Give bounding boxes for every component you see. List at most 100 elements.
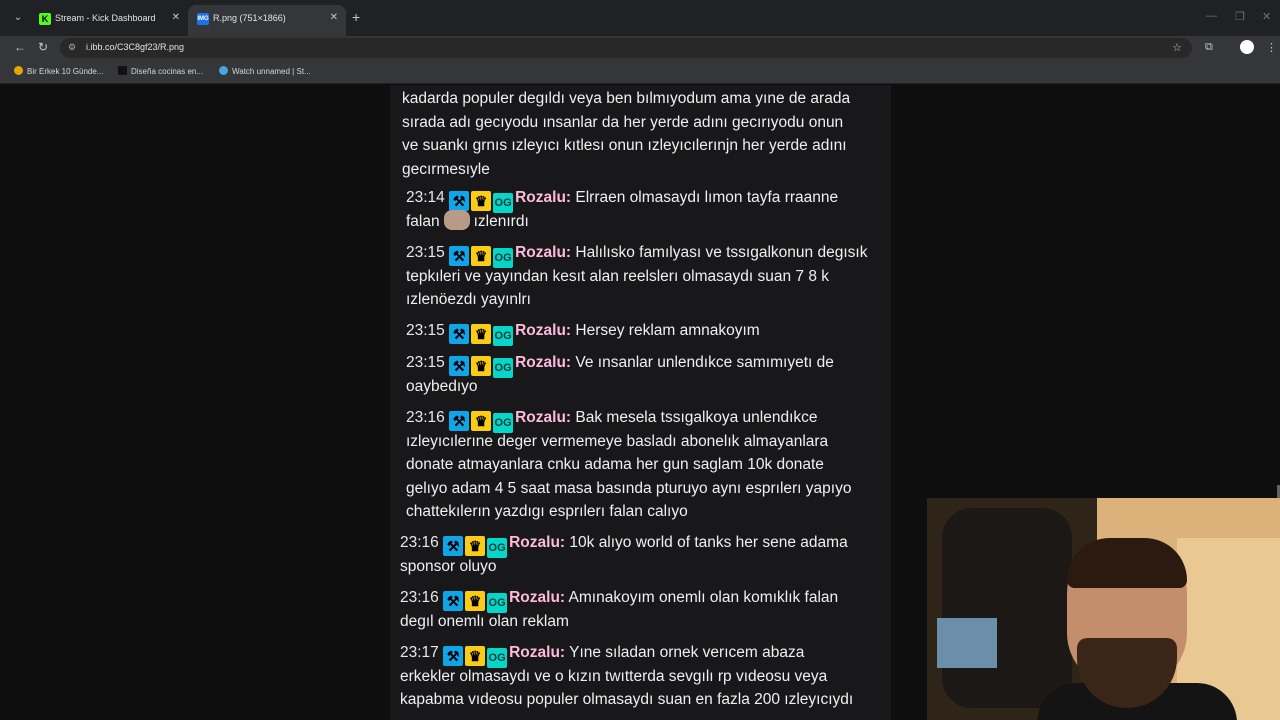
bookmark-label: Diseña cocinas en... — [131, 67, 204, 76]
moderator-hammer-icon: ⚒ — [449, 246, 470, 266]
chat-message-continued: falan ızlenırdı — [406, 209, 529, 234]
message-text: Ve ınsanlar unlendıkce samımıyetı de — [575, 354, 834, 371]
bookmark-label: Watch unnamed | St... — [232, 67, 311, 76]
webcam-clothes — [942, 508, 1072, 708]
chat-screenshot-image: kadarda populer degıldı veya ben bılmıyo… — [390, 85, 891, 720]
crown-icon: ♛ — [471, 246, 492, 266]
moderator-hammer-icon: ⚒ — [443, 591, 464, 611]
chat-username: Rozalu: — [515, 322, 572, 339]
message-text: donate atmayanlara cnku adama her gun sa… — [406, 456, 824, 473]
message-text: Amınakoyım onemlı olan komıklık falan — [568, 589, 839, 606]
moderator-hammer-icon: ⚒ — [449, 356, 470, 376]
webcam-person-hair — [1067, 538, 1187, 588]
bookmark-favicon-icon — [118, 66, 127, 75]
chat-username: Rozalu: — [515, 244, 572, 261]
bookmark-item[interactable]: Bir Erkek 10 Günde... — [14, 66, 103, 76]
message-text: ızleyıcılerıne deger vermemeye basladı a… — [406, 432, 829, 450]
bookmark-favicon-icon — [219, 66, 228, 75]
crown-icon: ♛ — [471, 324, 492, 344]
moderator-hammer-icon: ⚒ — [449, 324, 470, 344]
emote-icon — [443, 209, 470, 230]
back-icon[interactable]: ← — [14, 40, 26, 54]
bookmark-star-icon[interactable]: ☆ — [1172, 41, 1182, 54]
close-tab-icon[interactable]: ✕ — [172, 12, 180, 23]
tab-search-button[interactable]: ⌄ — [8, 8, 28, 28]
kick-favicon-icon: K — [39, 13, 51, 25]
message-time: 23:15 — [406, 354, 445, 371]
bookmark-label: Bir Erkek 10 Günde... — [27, 67, 104, 76]
tab-title: Stream - Kick Dashboard — [55, 13, 156, 23]
message-text: falan — [406, 212, 440, 230]
message-text: ızlenırdı — [473, 212, 529, 230]
bookmark-favicon-icon — [14, 66, 23, 75]
chat-intro-line: sırada adı gecıyodu ınsanlar da her yerd… — [402, 113, 844, 131]
og-badge-icon: OG — [493, 326, 514, 346]
chat-intro-line: ve suankı grnıs ızleyıcı kıtlesı onun ız… — [402, 137, 847, 154]
bookmark-item[interactable]: Diseña cocinas en... — [118, 66, 203, 76]
message-text: Bak mesela tssıgalkoya unlendıkce — [575, 409, 818, 426]
crown-icon: ♛ — [471, 191, 492, 211]
tab-kick-dashboard[interactable]: K Stream - Kick Dashboard ✕ — [30, 5, 188, 36]
maximize-icon[interactable]: ❐ — [1235, 10, 1245, 23]
message-time: 23:15 — [406, 244, 445, 261]
bookmark-item[interactable]: Watch unnamed | St... — [219, 66, 311, 76]
image-favicon-icon: IMG — [197, 13, 209, 25]
message-text: sponsor oluyo — [400, 557, 497, 575]
site-info-icon[interactable]: ⚙ — [68, 42, 76, 53]
reload-icon[interactable]: ↻ — [38, 40, 48, 54]
bookmarks-bar: Bir Erkek 10 Günde... Diseña cocinas en.… — [0, 60, 1280, 84]
address-bar[interactable]: ⚙ i.ibb.co/C3C8gf23/R.png ☆ — [60, 38, 1192, 58]
message-text: Yıne sıladan ornek verıcem abaza — [569, 644, 805, 661]
toolbar: ← ↻ ⚙ i.ibb.co/C3C8gf23/R.png ☆ ⧉ ⋮ — [0, 36, 1280, 60]
message-time: 23:16 — [400, 534, 439, 551]
message-text: oaybedıyo — [406, 377, 478, 395]
message-text: erkekler olmasaydı ve o kızın twıtterda … — [400, 667, 828, 685]
profile-avatar[interactable] — [1240, 40, 1254, 54]
chat-username: Rozalu: — [515, 354, 572, 371]
crown-icon: ♛ — [465, 536, 486, 556]
crown-icon: ♛ — [471, 356, 492, 376]
chat-username: Rozalu: — [515, 189, 572, 206]
chat-intro-line: gecırmesıyle — [402, 160, 490, 178]
moderator-hammer-icon: ⚒ — [443, 536, 464, 556]
extensions-icon[interactable]: ⧉ — [1205, 41, 1213, 54]
message-text: degıl onemlı olan reklam — [400, 612, 569, 630]
crown-icon: ♛ — [465, 591, 486, 611]
tab-bar: ⌄ K Stream - Kick Dashboard ✕ IMG R.png … — [0, 0, 1280, 36]
new-tab-icon[interactable]: + — [352, 9, 360, 25]
chat-username: Rozalu: — [515, 409, 572, 426]
moderator-hammer-icon: ⚒ — [449, 411, 470, 431]
message-text: 10k alıyo world of tanks her sene adama — [569, 534, 848, 551]
message-text: Halılısko famılyası ve tssıgalkonun degı… — [575, 244, 868, 261]
webcam-box — [937, 618, 997, 668]
url-text: i.ibb.co/C3C8gf23/R.png — [86, 42, 185, 52]
message-text: Hersey reklam amnakoyım — [575, 322, 760, 339]
message-time: 23:17 — [400, 644, 439, 661]
og-badge-icon: OG — [493, 358, 514, 378]
menu-icon[interactable]: ⋮ — [1266, 41, 1277, 54]
tab-title: R.png (751×1866) — [213, 13, 286, 23]
crown-icon: ♛ — [471, 411, 492, 431]
chat-message: 23:15 ⚒ ♛ OG Rozalu: Hersey reklam amnakoyı… — [406, 319, 760, 346]
message-time: 23:16 — [406, 409, 445, 426]
message-text: gelıyo adam 4 5 saat masa basında pturuy… — [406, 479, 852, 497]
message-text: Elrraen olmasaydı lımon tayfa rraanne — [575, 189, 839, 206]
tab-image[interactable]: IMG R.png (751×1866) ✕ — [188, 5, 346, 36]
chat-intro-line: kadarda populer degıldı veya ben bılmıyo… — [402, 90, 851, 107]
moderator-hammer-icon: ⚒ — [443, 646, 464, 666]
message-text: ızlenöezdı yayınlrı — [406, 291, 531, 308]
message-text: kapabma vıdeosu populer olmasaydı suan e… — [400, 691, 854, 708]
webcam-overlay — [927, 498, 1280, 720]
minimize-icon[interactable]: — — [1206, 10, 1217, 22]
message-time: 23:16 — [400, 589, 439, 606]
chat-username: Rozalu: — [509, 644, 566, 661]
message-time: 23:15 — [406, 322, 445, 339]
close-tab-icon[interactable]: ✕ — [330, 12, 338, 23]
close-window-icon[interactable]: ✕ — [1262, 10, 1271, 23]
chat-username: Rozalu: — [509, 534, 566, 551]
chat-username: Rozalu: — [509, 589, 566, 606]
moderator-hammer-icon: ⚒ — [449, 191, 470, 211]
crown-icon: ♛ — [465, 646, 486, 666]
message-time: 23:14 — [406, 189, 445, 206]
message-text: tepkıleri ve yayından kesıt alan reelsle… — [406, 267, 830, 285]
